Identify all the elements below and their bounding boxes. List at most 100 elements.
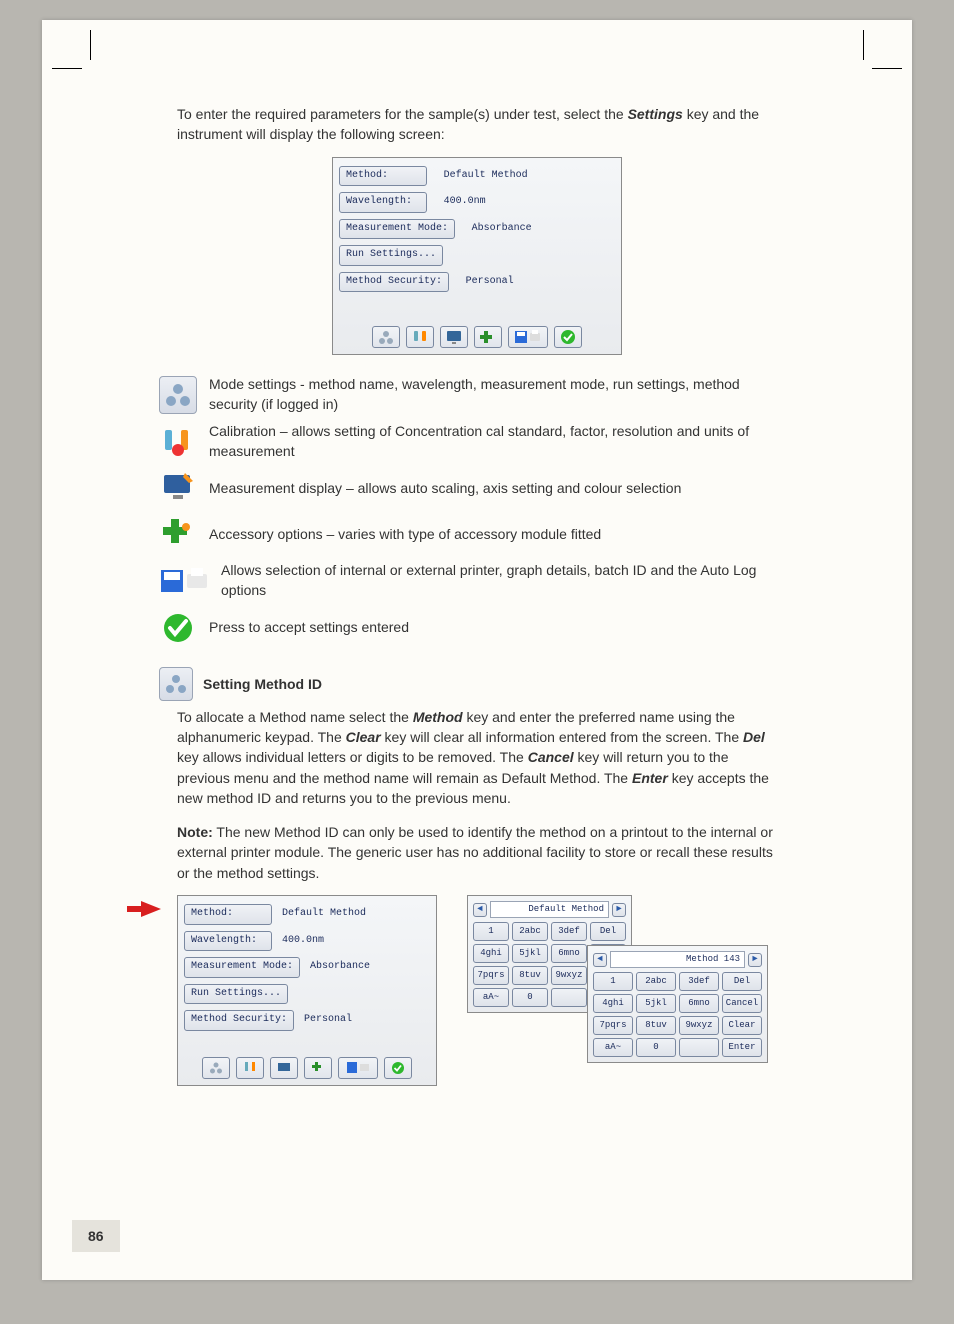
screen-toolbar	[339, 322, 615, 348]
keypad-key[interactable]: Clear	[722, 1016, 762, 1035]
run-settings-button[interactable]: Run Settings...	[339, 245, 443, 266]
keypad-key[interactable]: 1	[593, 972, 633, 991]
keypad-key[interactable]: aA~	[473, 988, 509, 1007]
accept-icon[interactable]	[384, 1057, 412, 1079]
keypad-key[interactable]: 4ghi	[593, 994, 633, 1013]
settings-screen: Method: Default Method Wavelength: 400.0…	[332, 157, 622, 356]
wavelength-button[interactable]: Wavelength:	[184, 931, 272, 952]
keypad-key[interactable]: Del	[722, 972, 762, 991]
keypad-screens: ◄ Default Method ► 12abc3defDel4ghi5jkl6…	[467, 895, 687, 1065]
text: key will clear all information entered f…	[385, 729, 743, 745]
keypad-key[interactable]: 8tuv	[512, 966, 548, 985]
calibration-icon	[159, 423, 197, 461]
manual-page: To enter the required parameters for the…	[42, 20, 912, 1280]
keypad-key[interactable]: Enter	[722, 1038, 762, 1057]
keypad-key[interactable]: 9wxyz	[551, 966, 587, 985]
keypad-key[interactable]	[551, 988, 587, 1007]
left-arrow-icon[interactable]: ◄	[473, 903, 487, 917]
security-value: Personal	[298, 1011, 358, 1030]
page-content: To enter the required parameters for the…	[177, 104, 777, 1086]
mode-button[interactable]: Measurement Mode:	[184, 957, 300, 978]
mode-settings-icon	[159, 667, 193, 701]
keypad-key[interactable]: 3def	[679, 972, 719, 991]
mode-value: Absorbance	[304, 958, 376, 977]
keypad-key[interactable]: 5jkl	[636, 994, 676, 1013]
keypad-key[interactable]: 3def	[551, 922, 587, 941]
calibration-icon[interactable]	[406, 326, 434, 348]
keypad-key[interactable]: aA~	[593, 1038, 633, 1057]
keypad-key[interactable]: 0	[512, 988, 548, 1007]
cancel-key-label: Cancel	[528, 749, 574, 765]
accessory-icon[interactable]	[474, 326, 502, 348]
display-icon[interactable]	[440, 326, 468, 348]
wavelength-value: 400.0nm	[438, 193, 492, 212]
keypad-key[interactable]: Del	[590, 922, 626, 941]
keypad-key[interactable]: 8tuv	[636, 1016, 676, 1035]
right-arrow-icon[interactable]: ►	[748, 953, 762, 967]
method-button[interactable]: Method:	[339, 166, 427, 187]
keypad-key[interactable]: 9wxyz	[679, 1016, 719, 1035]
crop-mark	[90, 30, 91, 60]
method-value: Default Method	[276, 905, 372, 924]
legend-item: Accessory options – varies with type of …	[159, 515, 777, 553]
keypad-key[interactable]: 2abc	[512, 922, 548, 941]
keypad-key[interactable]: 6mno	[679, 994, 719, 1013]
method-button[interactable]: Method:	[184, 904, 272, 925]
legend-text: Calibration – allows setting of Concentr…	[209, 422, 777, 461]
settings-key-label: Settings	[628, 106, 683, 122]
keypad-method143: ◄ Method 143 ► 12abc3defDel4ghi5jkl6mnoC…	[587, 945, 768, 1063]
method-key-label: Method	[413, 709, 463, 725]
legend-text: Allows selection of internal or external…	[221, 561, 777, 600]
security-button[interactable]: Method Security:	[339, 272, 449, 293]
wavelength-value: 400.0nm	[276, 932, 330, 951]
keypad-key[interactable]: 7pqrs	[593, 1016, 633, 1035]
wavelength-button[interactable]: Wavelength:	[339, 192, 427, 213]
display-icon[interactable]	[270, 1057, 298, 1079]
legend-item: Measurement display – allows auto scalin…	[159, 469, 777, 507]
print-save-icon[interactable]	[508, 326, 548, 348]
accept-icon	[159, 609, 197, 647]
mode-settings-icon[interactable]	[372, 326, 400, 348]
keypad-key[interactable]: Cancel	[722, 994, 762, 1013]
legend-item: Allows selection of internal or external…	[159, 561, 777, 600]
text: To enter the required parameters for the…	[177, 106, 628, 122]
settings-screen-small: Method:Default Method Wavelength:400.0nm…	[177, 895, 437, 1086]
legend-text: Measurement display – allows auto scalin…	[209, 479, 681, 499]
keypad-key[interactable]: 1	[473, 922, 509, 941]
red-arrow-icon	[141, 901, 161, 917]
keypad-key[interactable]: 2abc	[636, 972, 676, 991]
accept-icon[interactable]	[554, 326, 582, 348]
crop-mark	[872, 68, 902, 69]
keypad-display: Default Method	[490, 901, 609, 918]
icon-legend: Mode settings - method name, wavelength,…	[159, 375, 777, 647]
display-icon	[159, 469, 197, 507]
bottom-figures: Method:Default Method Wavelength:400.0nm…	[177, 895, 777, 1086]
settings-screen-with-arrow: Method:Default Method Wavelength:400.0nm…	[177, 895, 437, 1086]
left-arrow-icon[interactable]: ◄	[593, 953, 607, 967]
accessory-icon[interactable]	[304, 1057, 332, 1079]
text: To allocate a Method name select the	[177, 709, 413, 725]
setting-paragraph: To allocate a Method name select the Met…	[177, 707, 777, 808]
right-arrow-icon[interactable]: ►	[612, 903, 626, 917]
mode-button[interactable]: Measurement Mode:	[339, 219, 455, 240]
keypad-key[interactable]: 4ghi	[473, 944, 509, 963]
print-save-icon[interactable]	[338, 1057, 378, 1079]
enter-key-label: Enter	[632, 770, 668, 786]
calibration-icon[interactable]	[236, 1057, 264, 1079]
page-number: 86	[72, 1220, 120, 1252]
legend-text: Press to accept settings entered	[209, 618, 409, 638]
keypad-key[interactable]: 7pqrs	[473, 966, 509, 985]
note-text: The new Method ID can only be used to id…	[177, 824, 773, 881]
run-settings-button[interactable]: Run Settings...	[184, 984, 288, 1005]
print-save-icon	[159, 562, 209, 600]
mode-settings-icon[interactable]	[202, 1057, 230, 1079]
security-button[interactable]: Method Security:	[184, 1010, 294, 1031]
keypad-key[interactable]: 0	[636, 1038, 676, 1057]
del-key-label: Del	[743, 729, 765, 745]
note-label: Note:	[177, 824, 213, 840]
keypad-key[interactable]	[679, 1038, 719, 1057]
intro-paragraph: To enter the required parameters for the…	[177, 104, 777, 145]
keypad-key[interactable]: 6mno	[551, 944, 587, 963]
crop-mark	[52, 68, 82, 69]
keypad-key[interactable]: 5jkl	[512, 944, 548, 963]
